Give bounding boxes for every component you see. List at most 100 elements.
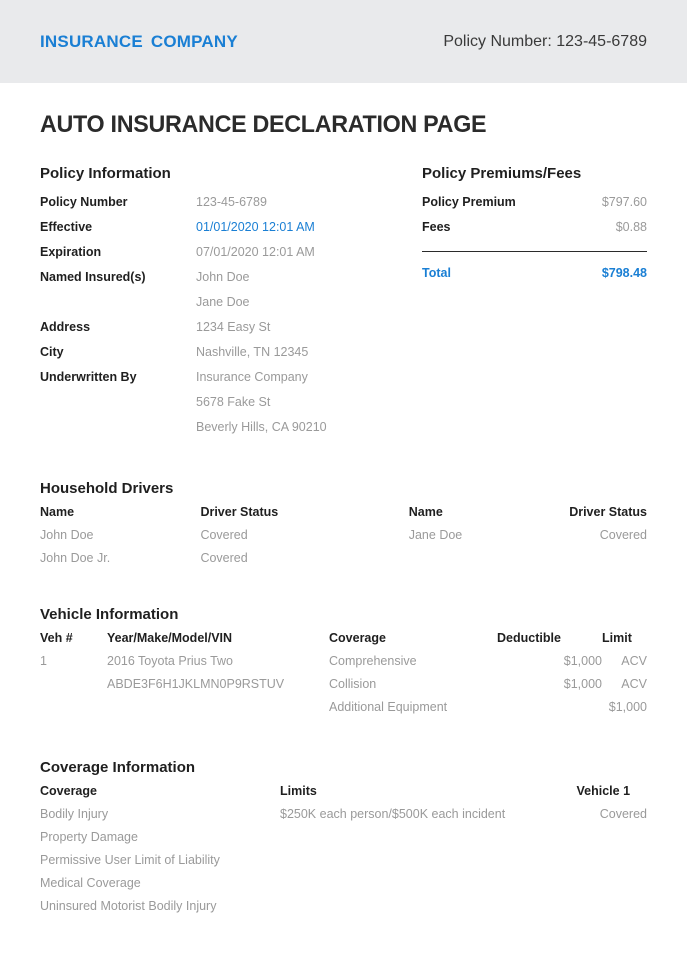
column-header-status-right: Driver Status xyxy=(569,505,647,519)
table-row: John Doe Covered Jane Doe Covered xyxy=(40,528,647,551)
policy-info-value: Beverly Hills, CA 90210 xyxy=(196,420,327,434)
column-header-limits: Limits xyxy=(280,784,317,798)
vehicle-limit: $1,000 xyxy=(608,700,647,714)
brand-name-first: INSURANCE xyxy=(40,31,143,51)
policy-info-value: 07/01/2020 12:01 AM xyxy=(196,245,315,259)
table-row: Bodily Injury $250K each person/$500K ea… xyxy=(40,807,647,830)
coverage-information-section: Coverage Information Coverage Limits Veh… xyxy=(40,759,647,922)
column-header-coverage: Coverage xyxy=(329,631,386,645)
coverage-name: Property Damage xyxy=(40,830,138,844)
coverage-name: Permissive User Limit of Liability xyxy=(40,853,220,867)
column-header-limit: Limit xyxy=(602,631,632,645)
vehicle-deductible: $1,000 xyxy=(563,654,602,668)
column-header-deductible: Deductible xyxy=(497,631,561,645)
coverage-information-table: Coverage Limits Vehicle 1 Bodily Injury … xyxy=(40,784,647,922)
policy-premiums-heading: Policy Premiums/Fees xyxy=(422,165,582,182)
table-header-row: Name Driver Status Name Driver Status xyxy=(40,505,647,528)
driver-status-right xyxy=(569,551,647,574)
premium-value: $797.60 xyxy=(601,195,647,209)
policy-info-value: 01/01/2020 12:01 AM xyxy=(196,220,315,234)
coverage-vehicle-1-status xyxy=(577,853,647,876)
table-row: 1 2016 Toyota Prius Two Comprehensive $1… xyxy=(40,654,647,677)
column-header-vehicle-1: Vehicle 1 xyxy=(576,784,631,798)
driver-name-left: John Doe xyxy=(40,528,94,542)
policy-info-value: 5678 Fake St xyxy=(196,395,271,409)
policy-info-row: Address 1234 Easy St xyxy=(40,315,422,340)
table-row: Property Damage xyxy=(40,830,647,853)
vehicle-description: 2016 Toyota Prius Two xyxy=(107,654,234,668)
vehicle-information-heading: Vehicle Information xyxy=(40,606,179,623)
driver-name-left: John Doe Jr. xyxy=(40,551,111,565)
vehicle-vin: ABDE3F6H1JKLMN0P9RSTUV xyxy=(107,677,285,691)
policy-info-row: Expiration 07/01/2020 12:01 AM xyxy=(40,240,422,265)
policy-info-row: Jane Doe xyxy=(40,290,422,315)
coverage-limits: $250K each person/$500K each incident xyxy=(280,807,506,821)
premium-total-row: Total $798.48 xyxy=(422,261,647,286)
driver-status-right: Covered xyxy=(599,528,647,542)
premium-total-value: $798.48 xyxy=(601,266,647,280)
policy-info-label: Underwritten By xyxy=(40,370,137,384)
policy-info-label: Address xyxy=(40,320,91,334)
policy-information-block: Policy Information Policy Number 123-45-… xyxy=(40,165,422,440)
policy-info-label: Named Insured(s) xyxy=(40,270,146,284)
policy-info-value: John Doe xyxy=(196,270,250,284)
coverage-vehicle-1-status xyxy=(577,830,647,853)
household-drivers-heading: Household Drivers xyxy=(40,480,174,497)
premium-total-label: Total xyxy=(422,266,451,280)
premium-value: $0.88 xyxy=(615,220,647,234)
premium-row: Policy Premium $797.60 xyxy=(422,190,647,215)
coverage-vehicle-1-status xyxy=(577,899,647,922)
coverage-name: Uninsured Motorist Bodily Injury xyxy=(40,899,217,913)
coverage-limits xyxy=(280,899,577,922)
vehicle-limit: ACV xyxy=(621,677,647,691)
policy-info-value: Nashville, TN 12345 xyxy=(196,345,309,359)
table-row: Permissive User Limit of Liability xyxy=(40,853,647,876)
policy-info-value: 1234 Easy St xyxy=(196,320,271,334)
table-row: Uninsured Motorist Bodily Injury xyxy=(40,899,647,922)
policy-info-row: 5678 Fake St xyxy=(40,390,422,415)
driver-name-right xyxy=(409,551,569,574)
vehicle-information-section: Vehicle Information Veh # Year/Make/Mode… xyxy=(40,606,647,723)
header-policy-number: Policy Number: 123-45-6789 xyxy=(443,32,647,50)
coverage-vehicle-1-status xyxy=(577,876,647,899)
table-header-row: Coverage Limits Vehicle 1 xyxy=(40,784,647,807)
coverage-limits xyxy=(280,853,577,876)
vehicle-coverage: Comprehensive xyxy=(329,654,417,668)
policy-information-heading: Policy Information xyxy=(40,165,171,182)
column-header-year-make-model-vin: Year/Make/Model/VIN xyxy=(107,631,233,645)
column-header-name-left: Name xyxy=(40,505,75,519)
coverage-limits xyxy=(280,830,577,853)
driver-name-right: Jane Doe xyxy=(408,528,463,542)
vehicle-coverage: Collision xyxy=(329,677,377,691)
vehicle-coverage: Additional Equipment xyxy=(329,700,448,714)
vehicle-limit: ACV xyxy=(621,654,647,668)
column-header-veh-number: Veh # xyxy=(40,631,73,645)
policy-info-row: Underwritten By Insurance Company xyxy=(40,365,422,390)
page-header: INSURANCE COMPANY Policy Number: 123-45-6… xyxy=(0,0,687,83)
vehicle-deductible xyxy=(497,700,602,723)
coverage-name: Bodily Injury xyxy=(40,807,109,821)
premium-row: Fees $0.88 xyxy=(422,215,647,240)
coverage-vehicle-1-status: Covered xyxy=(599,807,647,821)
coverage-name: Medical Coverage xyxy=(40,876,141,890)
premium-label: Policy Premium xyxy=(422,195,516,209)
policy-info-value: 123-45-6789 xyxy=(196,195,267,209)
vehicle-number xyxy=(40,677,107,700)
summary-section: Policy Information Policy Number 123-45-… xyxy=(40,165,647,440)
coverage-information-heading: Coverage Information xyxy=(40,759,196,776)
policy-info-row: City Nashville, TN 12345 xyxy=(40,340,422,365)
table-row: Medical Coverage xyxy=(40,876,647,899)
premium-label: Fees xyxy=(422,220,451,234)
vehicle-description xyxy=(107,700,329,723)
premium-divider xyxy=(422,251,647,252)
column-header-coverage: Coverage xyxy=(40,784,97,798)
column-header-status-left: Driver Status xyxy=(200,505,279,519)
table-row: Additional Equipment $1,000 xyxy=(40,700,647,723)
policy-info-row: Named Insured(s) John Doe xyxy=(40,265,422,290)
policy-info-value: Jane Doe xyxy=(196,295,250,309)
household-drivers-table: Name Driver Status Name Driver Status Jo… xyxy=(40,505,647,574)
policy-information-list: Policy Number 123-45-6789 Effective 01/0… xyxy=(40,190,422,440)
brand-name-second: COMPANY xyxy=(150,31,238,51)
policy-info-label: Policy Number xyxy=(40,195,128,209)
vehicle-deductible: $1,000 xyxy=(563,677,602,691)
